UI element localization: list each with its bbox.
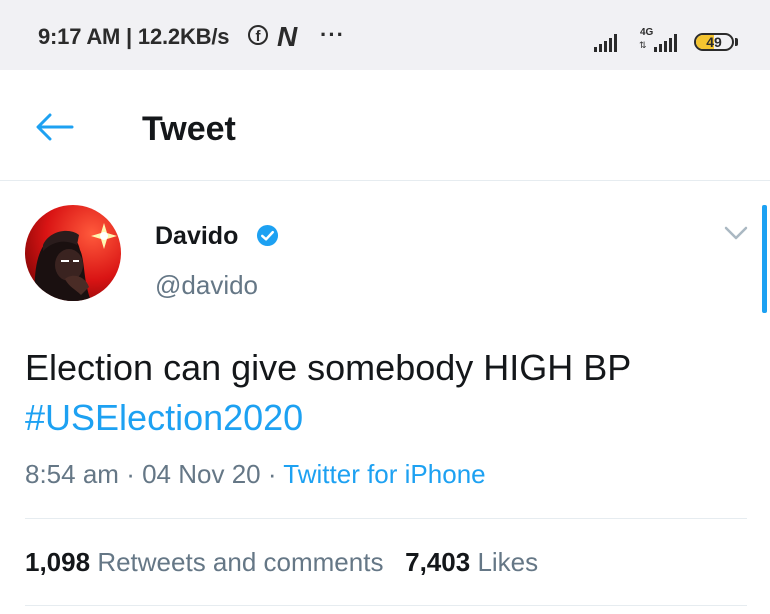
retweets-stat[interactable]: 1,098 Retweets and comments — [25, 547, 383, 577]
battery-tip — [735, 38, 738, 46]
verified-badge-icon — [256, 224, 279, 247]
author-handle[interactable]: @davido — [155, 270, 258, 301]
avatar[interactable] — [25, 205, 121, 301]
tweet-source-link[interactable]: Twitter for iPhone — [283, 459, 485, 489]
tweet-date: 04 Nov 20 — [142, 459, 261, 489]
data-arrows-icon: ⇅ — [639, 40, 647, 50]
battery-level: 49 — [706, 34, 722, 50]
author-name[interactable]: Davido — [155, 222, 238, 251]
retweets-count: 1,098 — [25, 547, 91, 577]
battery-icon: 49 — [694, 33, 734, 51]
tweet-text: Election can give somebody HIGH BP — [25, 347, 632, 388]
network-type: 4G — [640, 27, 654, 38]
scrollbar[interactable] — [762, 205, 767, 313]
arrow-left-icon[interactable] — [34, 112, 74, 142]
more-notifications-icon: ··· — [320, 22, 345, 47]
signal-icon — [594, 34, 617, 52]
tweet-time: 8:54 am — [25, 459, 119, 489]
meta-separator: · — [126, 459, 135, 489]
signal-4g-icon — [654, 34, 677, 52]
meta-separator: · — [267, 459, 277, 489]
tweet-header: Tweet — [0, 70, 770, 181]
chevron-down-icon[interactable] — [723, 225, 749, 241]
retweets-label: Retweets and comments — [97, 547, 384, 577]
divider — [25, 518, 747, 519]
likes-count: 7,403 — [405, 547, 471, 577]
likes-label: Likes — [477, 547, 539, 577]
tweet-stats: 1,098 Retweets and comments 7,403 Likes — [25, 547, 538, 578]
likes-stat[interactable]: 7,403 Likes — [405, 547, 538, 577]
facebook-icon: f — [248, 25, 268, 45]
status-bar: 9:17 AM | 12.2KB/s f N ··· 4G ⇅ 49 — [0, 0, 770, 70]
status-time-speed: 9:17 AM | 12.2KB/s — [38, 24, 230, 49]
tweet-meta: 8:54 am · 04 Nov 20 · Twitter for iPhone — [25, 459, 486, 490]
notification-app-icon: N — [277, 21, 298, 52]
hashtag-link[interactable]: #USElection2020 — [25, 393, 303, 443]
divider — [25, 605, 747, 606]
page-title: Tweet — [142, 110, 236, 148]
